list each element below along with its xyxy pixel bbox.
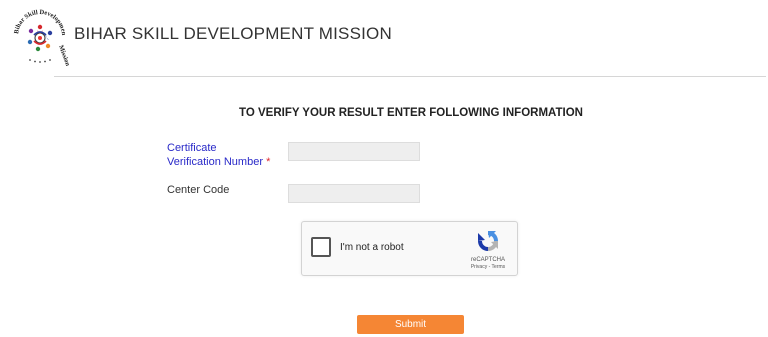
certificate-label-line2: Verification Number bbox=[167, 156, 263, 168]
header-divider bbox=[54, 76, 766, 77]
site-header: Bihar Skill Development Mission bbox=[10, 6, 392, 66]
recaptcha-label: I'm not a robot bbox=[340, 242, 404, 253]
certificate-number-input[interactable] bbox=[288, 142, 420, 161]
bsdm-logo: Bihar Skill Development Mission bbox=[10, 6, 70, 66]
submit-button[interactable]: Submit bbox=[357, 315, 464, 334]
svg-text:Mission: Mission bbox=[57, 44, 70, 66]
center-code-input[interactable] bbox=[288, 184, 420, 203]
required-asterisk: * bbox=[266, 156, 271, 168]
certificate-label-line1: Certificate bbox=[167, 142, 217, 154]
form-heading: TO VERIFY YOUR RESULT ENTER FOLLOWING IN… bbox=[239, 107, 583, 119]
recaptcha-brand: reCAPTCHA bbox=[470, 257, 505, 263]
certificate-number-label: Certificate Verification Number * bbox=[167, 141, 270, 169]
recaptcha-widget: I'm not a robot reCAPTCHA Privacy - Term… bbox=[301, 221, 518, 276]
recaptcha-logo-icon bbox=[476, 229, 500, 253]
center-code-label: Center Code bbox=[167, 184, 230, 196]
recaptcha-checkbox[interactable] bbox=[311, 237, 331, 257]
page: Bihar Skill Development Mission bbox=[0, 0, 768, 337]
bsdm-logo-icon: Bihar Skill Development Mission bbox=[10, 6, 70, 66]
recaptcha-privacy-terms-link[interactable]: Privacy - Terms bbox=[465, 264, 511, 270]
site-title: BIHAR SKILL DEVELOPMENT MISSION bbox=[74, 24, 392, 43]
